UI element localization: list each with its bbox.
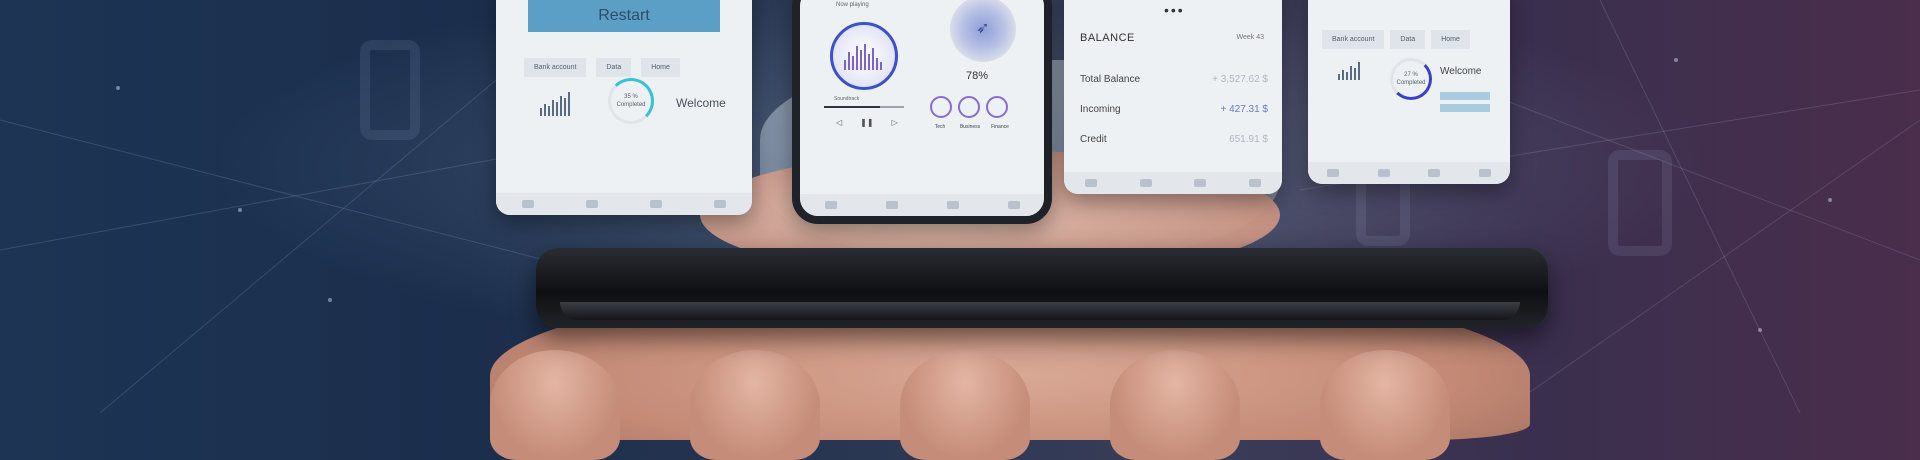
nav-icon[interactable] xyxy=(1478,169,1491,177)
finger xyxy=(1110,350,1240,460)
finger xyxy=(900,350,1030,460)
app-screen-dashboard: Restart Bank account Data Home 35 % Comp… xyxy=(496,0,752,215)
soundwave-icon xyxy=(844,40,882,70)
balance-row: Credit 651.91 $ xyxy=(1080,134,1268,145)
info-stripe xyxy=(1440,104,1490,112)
bar-chart xyxy=(540,88,570,116)
bottom-nav xyxy=(1064,172,1282,194)
balance-row: Incoming + 427.31 $ xyxy=(1080,104,1268,115)
digit-zero-decoration xyxy=(360,40,420,140)
welcome-text: Welcome xyxy=(1440,66,1482,77)
now-playing-label: Now playing xyxy=(836,2,869,8)
player-controls: ◁ ❚❚ ▷ xyxy=(836,118,898,127)
row-label: Credit xyxy=(1080,134,1107,145)
digit-zero-decoration xyxy=(1608,150,1672,256)
category-ring xyxy=(986,96,1008,118)
nav-icon[interactable] xyxy=(824,201,837,209)
progress-ring xyxy=(608,78,654,124)
app-screen-player: Now playing Soundtrack ◁ ❚❚ ▷ ➶ 78% Tech… xyxy=(792,0,1052,224)
finger xyxy=(690,350,820,460)
bottom-nav xyxy=(496,193,752,215)
row-label: Incoming xyxy=(1080,104,1121,115)
restart-button[interactable]: Restart xyxy=(528,0,720,32)
category-label: Business xyxy=(959,124,981,130)
category-rings xyxy=(930,96,1008,118)
finger xyxy=(490,350,620,460)
category-ring xyxy=(958,96,980,118)
nav-icon[interactable] xyxy=(946,201,959,209)
nav-icon[interactable] xyxy=(714,200,726,208)
nav-icon[interactable] xyxy=(1428,169,1441,177)
tab-bank-account[interactable]: Bank account xyxy=(1322,30,1385,49)
app-screen-balance: ••• BALANCE Week 43 Total Balance + 3,52… xyxy=(1064,0,1282,194)
app-screen-overview: 100 88 61 41 23 Bank account Data Home 2… xyxy=(1308,0,1510,184)
playback-progress[interactable] xyxy=(824,106,904,108)
tab-data[interactable]: Data xyxy=(1390,30,1426,49)
category-labels: Tech Business Finance xyxy=(928,124,1012,130)
row-value: + 3,527.62 $ xyxy=(1212,74,1268,85)
nav-icon[interactable] xyxy=(1007,201,1020,209)
row-value: 651.91 $ xyxy=(1229,134,1268,145)
nav-icon[interactable] xyxy=(885,201,898,209)
nav-icon[interactable] xyxy=(650,200,662,208)
ring-caption: Completed xyxy=(1396,80,1426,86)
info-stripe xyxy=(1440,92,1490,100)
pause-icon[interactable]: ❚❚ xyxy=(860,118,873,127)
progress-ring xyxy=(1390,58,1432,100)
week-label: Week 43 xyxy=(1236,34,1265,41)
bar-chart xyxy=(1338,58,1360,80)
nav-icon[interactable] xyxy=(522,200,534,208)
bottom-nav xyxy=(800,194,1044,216)
tab-data[interactable]: Data xyxy=(596,58,632,77)
nav-icon[interactable] xyxy=(1139,179,1152,187)
category-ring xyxy=(930,96,952,118)
tab-home[interactable]: Home xyxy=(1431,30,1470,49)
row-value: + 427.31 $ xyxy=(1220,104,1268,115)
next-icon[interactable]: ▷ xyxy=(892,118,898,127)
tab-home[interactable]: Home xyxy=(641,58,680,77)
welcome-text: Welcome xyxy=(676,96,726,110)
rocket-ring: ➶ xyxy=(950,0,1016,62)
track-name: Soundtrack xyxy=(834,96,860,102)
tab-bank-account[interactable]: Bank account xyxy=(524,58,587,77)
nav-icon[interactable] xyxy=(1085,179,1098,187)
balance-row: Total Balance + 3,527.62 $ xyxy=(1080,74,1268,85)
category-label: Tech xyxy=(934,124,946,130)
nav-icon[interactable] xyxy=(586,200,598,208)
ring-percent: 35 % xyxy=(624,94,638,100)
tab-bar: Bank account Data Home xyxy=(1322,30,1470,49)
ring-caption: Completed xyxy=(616,102,646,108)
tab-bar: Bank account Data Home xyxy=(524,58,680,77)
nav-icon[interactable] xyxy=(1327,169,1340,177)
rocket-icon: ➶ xyxy=(976,20,990,37)
ring-percent: 27 % xyxy=(1404,72,1418,78)
more-icon[interactable]: ••• xyxy=(1164,2,1185,18)
smartphone-edge xyxy=(560,302,1520,320)
percent-value: 78% xyxy=(966,70,989,82)
category-label: Finance xyxy=(991,124,1009,130)
nav-icon[interactable] xyxy=(1194,179,1207,187)
finger xyxy=(1320,350,1450,460)
row-label: Total Balance xyxy=(1080,74,1141,85)
previous-icon[interactable]: ◁ xyxy=(836,118,842,127)
nav-icon[interactable] xyxy=(1377,169,1390,177)
nav-icon[interactable] xyxy=(1248,179,1261,187)
balance-title: BALANCE xyxy=(1080,32,1135,44)
bottom-nav xyxy=(1308,162,1510,184)
